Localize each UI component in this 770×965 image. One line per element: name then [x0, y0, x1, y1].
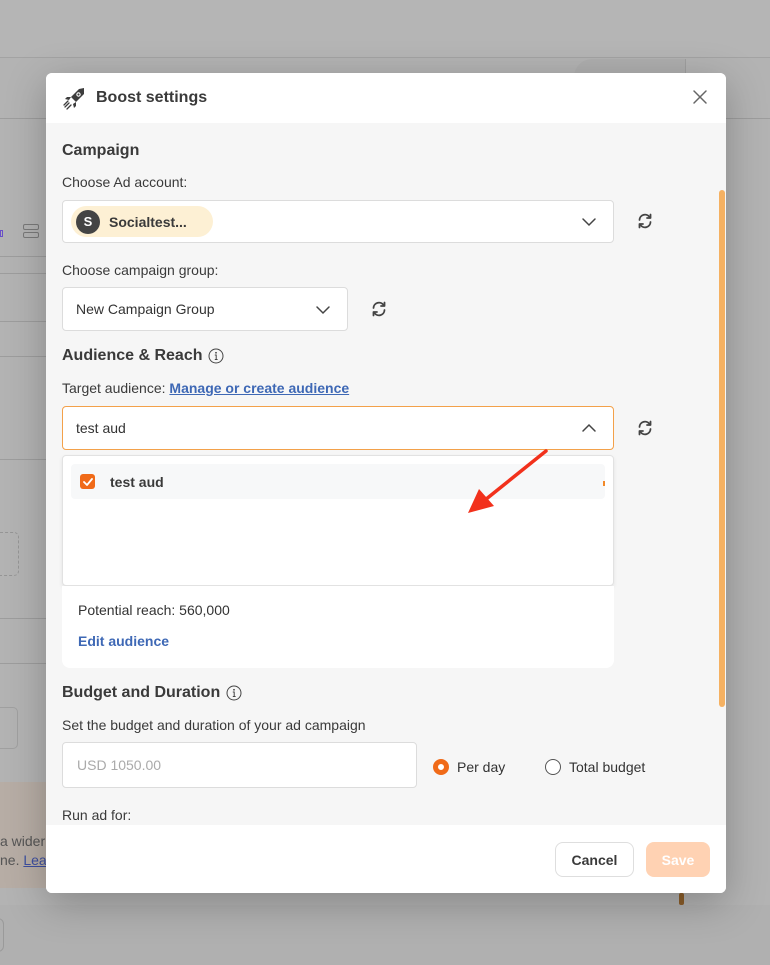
background-dashed-box — [0, 532, 19, 576]
info-icon[interactable] — [208, 348, 224, 364]
rocket-icon — [63, 88, 84, 110]
ad-account-name: Socialtest... — [109, 213, 187, 230]
modal-body: Campaign Choose Ad account: S Socialtest… — [46, 123, 726, 825]
banner-text: ne. — [0, 852, 24, 868]
audience-option-label: test aud — [110, 473, 164, 490]
background-divider — [0, 663, 46, 664]
total-budget-label: Total budget — [569, 759, 646, 775]
background-banner-text: a wider ne. Lea — [0, 832, 47, 870]
potential-reach-label: Potential reach: — [78, 602, 180, 618]
campaign-group-value: New Campaign Group — [76, 301, 215, 317]
ad-account-label: Choose Ad account: — [62, 174, 188, 190]
dropdown-scrollbar[interactable] — [603, 481, 605, 486]
background-purple-icon — [0, 230, 3, 237]
refresh-campaign-group-icon[interactable] — [370, 300, 388, 318]
stack-icon — [23, 224, 39, 240]
audience-section-title: Audience & Reach — [62, 347, 224, 365]
background-bottom-band — [0, 905, 770, 965]
chevron-up-icon — [582, 423, 596, 432]
target-audience-select[interactable]: test aud — [62, 406, 614, 450]
audience-heading: Audience & Reach — [62, 347, 203, 364]
campaign-group-select[interactable]: New Campaign Group — [62, 287, 348, 331]
background-topbar — [0, 0, 770, 58]
banner-line-1: a wider — [0, 833, 46, 849]
campaign-section-title: Campaign — [62, 142, 139, 160]
refresh-ad-account-icon[interactable] — [636, 212, 654, 230]
boost-settings-modal: Boost settings Campaign Choose Ad accoun… — [46, 73, 726, 893]
background-divider — [0, 356, 46, 357]
audience-option-checkbox[interactable] — [80, 474, 95, 489]
audience-option[interactable]: test aud — [71, 464, 605, 499]
budget-amount-input[interactable]: USD 1050.00 — [62, 742, 417, 788]
per-day-label: Per day — [457, 759, 506, 775]
per-day-radio-button[interactable] — [433, 759, 449, 775]
per-day-radio[interactable]: Per day — [433, 759, 505, 775]
total-budget-radio-button[interactable] — [545, 759, 561, 775]
avatar: S — [76, 209, 100, 234]
background-divider — [0, 118, 46, 119]
budget-amount-placeholder: USD 1050.00 — [77, 757, 162, 773]
background-divider — [0, 618, 46, 619]
background-divider — [0, 459, 46, 460]
background-marker — [679, 893, 684, 905]
check-icon — [82, 477, 93, 486]
info-icon[interactable] — [226, 685, 242, 701]
background-divider — [0, 273, 46, 274]
campaign-heading: Campaign — [62, 142, 140, 159]
target-audience-label: Target audience: Manage or create audien… — [62, 380, 349, 396]
background-divider — [726, 118, 770, 119]
background-button — [0, 918, 4, 952]
modal-header: Boost settings — [46, 73, 726, 123]
total-budget-radio[interactable]: Total budget — [545, 759, 645, 775]
modal-footer: Cancel Save — [46, 825, 726, 893]
reach-card: Potential reach: 560,000 Edit audience — [62, 586, 614, 668]
target-audience-value: test aud — [76, 420, 126, 436]
close-icon[interactable] — [692, 89, 708, 105]
edit-audience-link[interactable]: Edit audience — [78, 633, 169, 649]
banner-line-2: ne. Lea — [0, 851, 47, 870]
run-ad-label: Run ad for: — [62, 807, 132, 823]
scrollbar-thumb[interactable] — [719, 190, 725, 707]
background-box — [0, 707, 18, 749]
background-divider — [0, 321, 46, 322]
save-button[interactable]: Save — [646, 842, 710, 877]
potential-reach-value: 560,000 — [179, 602, 230, 618]
background-divider — [0, 256, 46, 257]
chevron-down-icon — [316, 306, 330, 315]
ad-account-select[interactable]: S Socialtest... — [62, 200, 614, 243]
cancel-button[interactable]: Cancel — [555, 842, 634, 877]
chevron-down-icon — [582, 218, 596, 227]
ad-account-chip: S Socialtest... — [71, 206, 213, 237]
manage-audience-link[interactable]: Manage or create audience — [169, 380, 349, 396]
budget-heading: Budget and Duration — [62, 684, 221, 701]
banner-learn-link[interactable]: Lea — [23, 852, 46, 868]
budget-section-title: Budget and Duration — [62, 684, 242, 702]
refresh-audience-icon[interactable] — [636, 419, 654, 437]
modal-title: Boost settings — [96, 89, 208, 106]
target-audience-text: Target audience: — [62, 380, 170, 396]
potential-reach: Potential reach: 560,000 — [78, 602, 230, 618]
campaign-group-label: Choose campaign group: — [62, 262, 219, 278]
audience-dropdown-menu: test aud — [62, 455, 614, 586]
budget-description: Set the budget and duration of your ad c… — [62, 717, 366, 733]
